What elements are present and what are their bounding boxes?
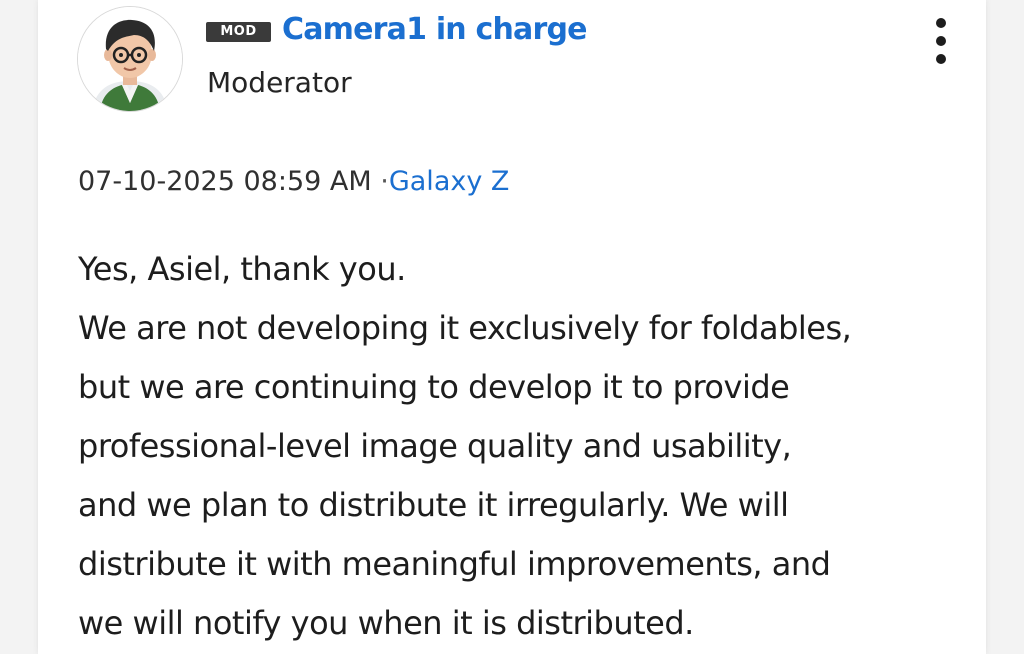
post-body-line: we will notify you when it is distribute… (78, 604, 694, 642)
avatar[interactable] (77, 6, 183, 112)
more-vertical-icon[interactable] (928, 18, 954, 68)
author-name-link[interactable]: Camera1 in charge (282, 12, 588, 47)
post-body: Yes, Asiel, thank you. We are not develo… (78, 240, 978, 653)
post-timestamp: 07-10-2025 08:59 AM (78, 166, 372, 197)
meta-separator: · (380, 166, 389, 197)
post-card: MOD Camera1 in charge Moderator 07-10-20… (38, 0, 986, 654)
post-body-line: but we are continuing to develop it to p… (78, 368, 790, 406)
moderator-badge: MOD (206, 22, 271, 42)
author-role: Moderator (207, 66, 352, 99)
post-body-line: We are not developing it exclusively for… (78, 309, 852, 347)
post-body-line: Yes, Asiel, thank you. (78, 250, 406, 288)
post-body-line: distribute it with meaningful improvemen… (78, 545, 831, 583)
board-link[interactable]: Galaxy Z (389, 166, 510, 197)
post-body-line: and we plan to distribute it irregularly… (78, 486, 789, 524)
avatar-image (78, 7, 182, 111)
post-meta: 07-10-2025 08:59 AM ·Galaxy Z (78, 166, 509, 197)
post-body-line: professional-level image quality and usa… (78, 427, 792, 465)
